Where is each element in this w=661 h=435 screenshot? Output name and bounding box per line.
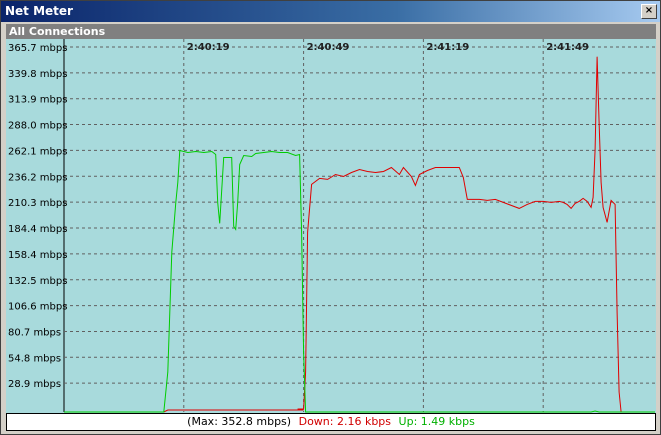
traffic-chart-area: 365.7 mbps 339.8 mbps 313.9 mbps 288.0 mbps… [6, 39, 656, 413]
y-tick-label: 339.8 mbps [8, 69, 67, 80]
y-tick-label: 262.1 mbps [8, 146, 67, 157]
x-tick-label: 2:41:49 [546, 42, 589, 53]
y-tick-label: 80.7 mbps [8, 327, 61, 338]
y-tick-label: 184.4 mbps [8, 224, 67, 235]
traffic-chart: 365.7 mbps 339.8 mbps 313.9 mbps 288.0 mbps… [8, 39, 655, 413]
title-bar[interactable]: Net Meter × [1, 1, 660, 22]
series-line-down [64, 56, 655, 413]
y-tick-label: 288.0 mbps [8, 121, 67, 132]
close-button[interactable]: × [641, 4, 657, 19]
y-tick-label: 54.8 mbps [8, 353, 61, 364]
status-bar: (Max: 352.8 mbps) Down: 2.16 kbps Up: 1.… [6, 413, 656, 431]
status-max: (Max: 352.8 mbps) [187, 415, 292, 428]
status-up: Up: 1.49 kbps [398, 415, 475, 428]
window-title: Net Meter [5, 4, 73, 18]
x-tick-label: 2:41:19 [426, 42, 469, 53]
x-tick-label: 2:40:19 [187, 42, 230, 53]
x-tick-label: 2:40:49 [307, 42, 350, 53]
y-tick-label: 132.5 mbps [8, 276, 67, 287]
y-tick-label: 210.3 mbps [8, 198, 67, 209]
y-tick-label: 28.9 mbps [8, 379, 61, 390]
connections-header-label: All Connections [9, 25, 106, 38]
y-tick-label: 365.7 mbps [8, 43, 67, 54]
y-tick-label: 236.2 mbps [8, 172, 67, 183]
y-tick-label: 313.9 mbps [8, 95, 67, 106]
y-tick-label: 158.4 mbps [8, 250, 67, 261]
series-line-up [64, 149, 655, 413]
net-meter-window: Net Meter × All Connections 365.7 mbps 33… [0, 0, 661, 435]
connections-header: All Connections [6, 24, 656, 39]
y-tick-label: 106.6 mbps [8, 302, 67, 313]
status-down: Down: 2.16 kbps [298, 415, 392, 428]
